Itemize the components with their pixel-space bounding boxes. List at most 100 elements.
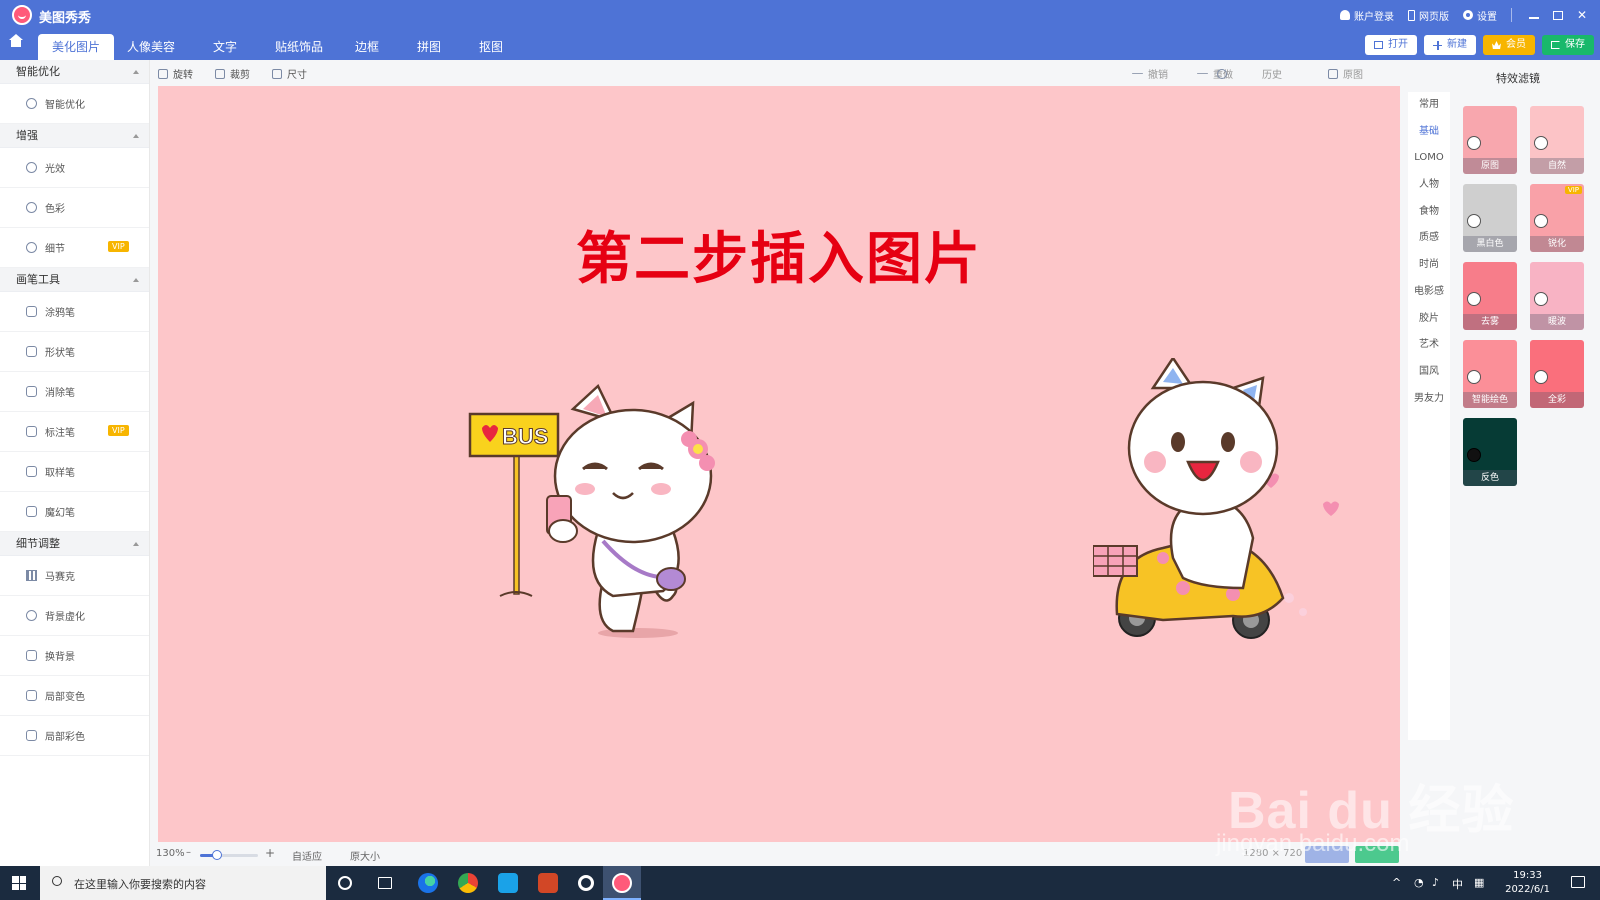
zoom-slider-handle[interactable]: [212, 850, 222, 860]
filter-category-texture[interactable]: 质感: [1408, 225, 1450, 252]
resize-button[interactable]: 尺寸: [272, 66, 307, 81]
zoom-out-button[interactable]: –: [186, 847, 191, 858]
filter-category-film[interactable]: 胶片: [1408, 306, 1450, 333]
section-header-enhance[interactable]: 增强: [0, 124, 149, 148]
sidebar-item-shape-pen[interactable]: 形状笔: [0, 332, 149, 372]
sidebar-item-eraser-pen[interactable]: 消除笔: [0, 372, 149, 412]
filter-category-list: 常用 基础 LOMO 人物 食物 质感 时尚 电影感 胶片 艺术 国风 男友力: [1408, 92, 1450, 740]
filter-thumb-full-color[interactable]: 全彩: [1530, 340, 1584, 408]
task-view-icon[interactable]: [378, 877, 392, 889]
web-version-link[interactable]: 网页版: [1408, 8, 1449, 23]
wifi-icon[interactable]: ◔: [1414, 876, 1424, 889]
zoom-in-button[interactable]: +: [265, 846, 275, 860]
fit-to-window-button[interactable]: 自适应: [292, 848, 322, 863]
settings-link[interactable]: 设置: [1463, 8, 1497, 23]
account-login-link[interactable]: 账户登录: [1340, 8, 1394, 23]
windows-start-icon[interactable]: [12, 876, 26, 890]
history-button[interactable]: 历史: [1217, 66, 1282, 81]
filter-category-boyfriend[interactable]: 男友力: [1408, 386, 1450, 413]
notification-icon[interactable]: [1571, 876, 1585, 888]
sidebar-item-mosaic[interactable]: 马赛克: [0, 556, 149, 596]
filter-category-art[interactable]: 艺术: [1408, 332, 1450, 359]
sidebar-item-doodle-pen[interactable]: 涂鸦笔: [0, 292, 149, 332]
filter-category-cinematic[interactable]: 电影感: [1408, 279, 1450, 306]
zoom-slider[interactable]: [200, 850, 258, 860]
minimize-button[interactable]: [1522, 0, 1546, 30]
filter-thumb-sharpen[interactable]: VIP 锐化: [1530, 184, 1584, 252]
home-icon[interactable]: [9, 34, 23, 51]
meitu-app-icon[interactable]: [612, 873, 632, 893]
export-button[interactable]: [1355, 846, 1399, 863]
filter-thumb-dehaze[interactable]: 去雾: [1463, 262, 1517, 330]
sidebar-item-change-background[interactable]: 换背景: [0, 636, 149, 676]
windows-taskbar: 在这里输入你要搜索的内容 ^ ◔ ♪ 中 ▦ 19:33 2022/6/1: [0, 866, 1600, 900]
taskbar-clock[interactable]: 19:33 2022/6/1: [1505, 869, 1550, 897]
cortana-icon[interactable]: [338, 876, 352, 890]
tab-border[interactable]: 边框: [336, 34, 398, 60]
tab-portrait[interactable]: 人像美容: [114, 34, 188, 60]
tab-beautify[interactable]: 美化图片: [38, 34, 114, 60]
save-button[interactable]: 保存: [1542, 35, 1594, 55]
sidebar-item-color[interactable]: 色彩: [0, 188, 149, 228]
sidebar-item-local-color[interactable]: 局部彩色: [0, 716, 149, 756]
compare-button[interactable]: [1305, 846, 1349, 863]
filter-category-chinese-style[interactable]: 国风: [1408, 359, 1450, 386]
close-button[interactable]: ✕: [1570, 0, 1594, 30]
tab-cutout[interactable]: 抠图: [460, 34, 522, 60]
filter-category-people[interactable]: 人物: [1408, 172, 1450, 199]
sidebar-item-smart-optimize[interactable]: 智能优化: [0, 84, 149, 124]
sidebar-item-detail[interactable]: 细节 VIP: [0, 228, 149, 268]
sidebar-item-local-recolor[interactable]: 局部变色: [0, 676, 149, 716]
chevron-up-icon[interactable]: ^: [1392, 876, 1401, 889]
tab-stickers[interactable]: 贴纸饰品: [262, 34, 336, 60]
taskbar-search-box[interactable]: 在这里输入你要搜索的内容: [40, 866, 326, 900]
chrome-browser-icon[interactable]: [458, 873, 478, 893]
volume-icon[interactable]: ♪: [1432, 876, 1439, 889]
ime-indicator[interactable]: 中: [1452, 876, 1463, 892]
tab-text[interactable]: 文字: [188, 34, 262, 60]
maximize-button[interactable]: [1546, 0, 1570, 30]
filter-category-lomo[interactable]: LOMO: [1408, 145, 1450, 172]
compare-icon: [1328, 68, 1338, 79]
undo-button[interactable]: 撤销: [1132, 66, 1168, 81]
edge-browser-icon[interactable]: [418, 873, 438, 893]
filter-thumb-smart-color[interactable]: 智能绘色: [1463, 340, 1517, 408]
filter-panel: 特效滤镜 常用 基础 LOMO 人物 食物 质感 时尚 电影感 胶片 艺术 国风…: [1408, 60, 1600, 866]
filter-category-food[interactable]: 食物: [1408, 199, 1450, 226]
powerpoint-icon[interactable]: [538, 873, 558, 893]
settings-gear-icon[interactable]: [578, 875, 594, 891]
section-header-smart[interactable]: 智能优化: [0, 60, 149, 84]
tab-collage[interactable]: 拼图: [398, 34, 460, 60]
filter-category-fashion[interactable]: 时尚: [1408, 252, 1450, 279]
title-bar: 美图秀秀 账户登录 网页版 设置 ✕: [0, 0, 1600, 30]
rotate-icon: [158, 68, 168, 79]
new-button[interactable]: 新建: [1424, 35, 1476, 55]
sidebar-item-background-blur[interactable]: 背景虚化: [0, 596, 149, 636]
section-header-detail-adjust[interactable]: 细节调整: [0, 532, 149, 556]
original-size-button[interactable]: 原大小: [350, 848, 380, 863]
original-button[interactable]: 原图: [1328, 66, 1363, 81]
open-button[interactable]: 打开: [1365, 35, 1417, 55]
image-canvas[interactable]: 第二步插入图片 BUS: [158, 86, 1400, 842]
keyboard-icon[interactable]: ▦: [1474, 876, 1484, 889]
gear-icon: [1463, 10, 1473, 20]
sidebar-item-sample-pen[interactable]: 取样笔: [0, 452, 149, 492]
sidebar-item-light[interactable]: 光效: [0, 148, 149, 188]
sidebar-item-magic-pen[interactable]: 魔幻笔: [0, 492, 149, 532]
filter-thumb-original[interactable]: 原图: [1463, 106, 1517, 174]
vip-button[interactable]: 会员: [1483, 35, 1535, 55]
section-header-brush[interactable]: 画笔工具: [0, 268, 149, 292]
filter-thumb-warm[interactable]: 暖波: [1530, 262, 1584, 330]
rotate-button[interactable]: 旋转: [158, 66, 193, 81]
crop-button[interactable]: 裁剪: [215, 66, 250, 81]
redo-button[interactable]: 重做: [1197, 66, 1233, 81]
sidebar-item-annotate-pen[interactable]: 标注笔 VIP: [0, 412, 149, 452]
vip-badge: VIP: [108, 425, 129, 436]
caret-up-icon: [133, 134, 139, 138]
filter-category-basic[interactable]: 基础: [1408, 119, 1450, 146]
store-app-icon[interactable]: [498, 873, 518, 893]
filter-category-common[interactable]: 常用: [1408, 92, 1450, 119]
filter-thumb-natural[interactable]: 自然: [1530, 106, 1584, 174]
filter-thumb-black-white[interactable]: 黑白色: [1463, 184, 1517, 252]
filter-thumb-invert[interactable]: 反色: [1463, 418, 1517, 486]
